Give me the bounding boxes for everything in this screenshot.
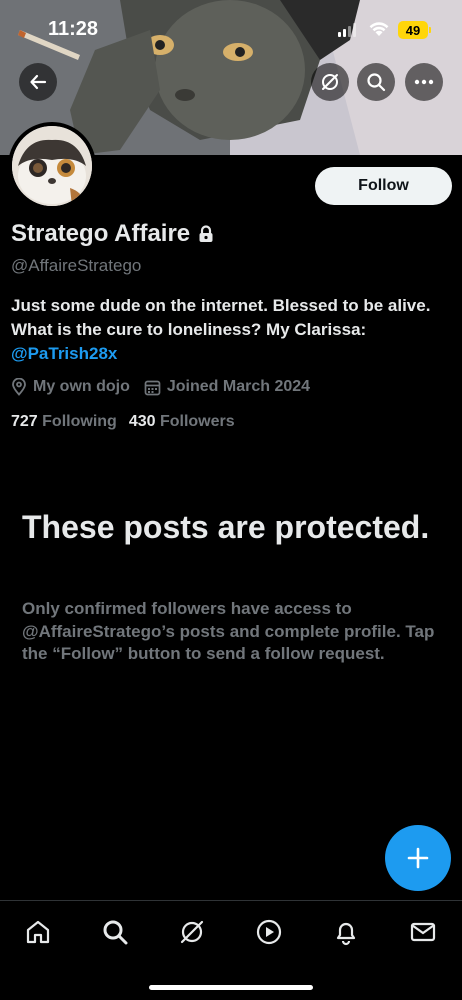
grok-icon	[180, 920, 204, 944]
lock-icon	[199, 225, 213, 242]
following-link[interactable]: 727 Following	[11, 413, 117, 431]
home-icon	[26, 920, 50, 944]
tab-notifications[interactable]	[331, 917, 361, 947]
profile-avatar[interactable]	[8, 122, 96, 210]
home-indicator[interactable]	[149, 985, 313, 990]
avatar-image	[12, 126, 92, 206]
more-button[interactable]	[405, 63, 443, 101]
joined-text: Joined March 2024	[166, 378, 311, 395]
protected-title: These posts are protected.	[22, 509, 430, 545]
status-bar: 11:28 49	[0, 0, 462, 60]
tab-search[interactable]	[100, 917, 130, 947]
followers-link[interactable]: 430 Followers	[129, 413, 235, 431]
bell-icon	[336, 922, 356, 946]
tab-grok[interactable]	[177, 917, 207, 947]
status-time: 11:28	[48, 18, 99, 40]
profile-meta: My own dojo Joined March 2024	[11, 378, 310, 396]
profile-joined: Joined March 2024	[144, 378, 310, 396]
protected-message: Only confirmed followers have access to …	[22, 599, 435, 663]
back-button[interactable]	[19, 63, 57, 101]
bottom-tab-bar	[0, 900, 462, 1000]
wifi-icon	[369, 22, 389, 36]
location-text: My own dojo	[33, 378, 130, 395]
search-icon	[103, 920, 128, 945]
plus-icon	[407, 847, 429, 869]
following-label: Following	[42, 413, 117, 430]
profile-bio: Just some dude on the internet. Blessed …	[11, 294, 441, 366]
profile-handle: @AffaireStratego	[11, 256, 142, 275]
back-arrow-icon	[30, 74, 47, 90]
search-button[interactable]	[357, 63, 395, 101]
followers-label: Followers	[159, 413, 235, 430]
mail-icon	[410, 922, 436, 942]
calendar-icon	[144, 380, 161, 395]
tab-home[interactable]	[23, 917, 53, 947]
profile-name: Stratego Affaire	[11, 220, 191, 247]
cellular-signal-icon	[338, 23, 356, 37]
profile-stats: 727 Following 430 Followers	[11, 413, 235, 431]
battery-indicator: 49	[398, 21, 431, 39]
grok-button[interactable]	[311, 63, 349, 101]
compose-button[interactable]	[385, 825, 451, 891]
followers-count: 430	[128, 413, 156, 430]
profile-name-row: Stratego Affaire	[11, 220, 214, 248]
profile-location: My own dojo	[11, 378, 130, 396]
tab-video[interactable]	[254, 917, 284, 947]
search-icon	[367, 73, 386, 92]
location-pin-icon	[12, 378, 26, 396]
bio-mention-link[interactable]: @PaTrish28x	[11, 344, 117, 363]
following-count: 727	[11, 413, 38, 430]
follow-button[interactable]: Follow	[315, 167, 452, 205]
more-icon	[414, 79, 434, 85]
tab-messages[interactable]	[408, 917, 438, 947]
bio-text: Just some dude on the internet. Blessed …	[11, 296, 431, 339]
grok-icon	[322, 74, 338, 90]
play-icon	[256, 919, 282, 945]
